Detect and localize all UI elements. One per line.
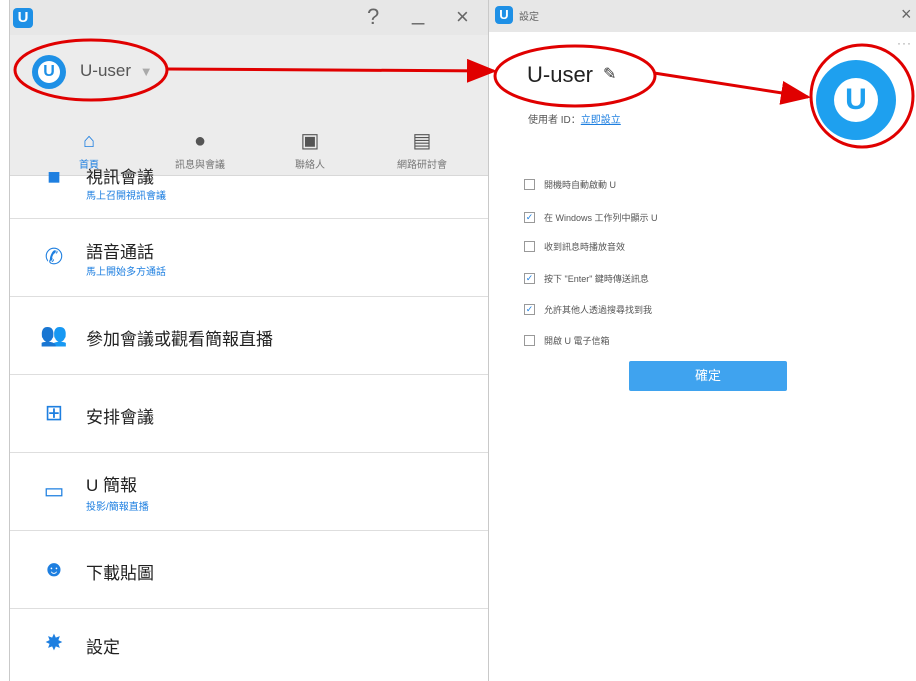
help-button[interactable]: ?	[367, 4, 379, 30]
menu-item-title: 視訊會議	[86, 168, 154, 187]
main-window: U ? _ × U U-user ▼ ⌂ 首頁 ● 訊息與會議 ▣ 聯絡人 ▤ …	[9, 0, 489, 681]
menu-item-title: 語音通話	[86, 243, 154, 262]
menu-item-subtitle: 馬上開始多方通話	[86, 267, 166, 278]
menu-item-video-meeting[interactable]: ■ 視訊會議 馬上召開視訊會議	[10, 141, 489, 219]
option-label: 開啟 U 電子信箱	[544, 336, 610, 346]
user-id-row: 使用者 ID：立即設立	[528, 111, 621, 126]
checkbox-unchecked[interactable]	[524, 335, 535, 346]
user-name: U-user	[80, 61, 132, 80]
smiley-icon: ☻	[42, 556, 66, 581]
more-options-icon[interactable]: ···	[897, 36, 912, 50]
menu-item-title: U 簡報	[86, 476, 137, 495]
app-logo: U	[13, 8, 33, 28]
menu-item-voice-call[interactable]: ✆ 語音通話 馬上開始多方通話	[10, 219, 489, 297]
minimize-button[interactable]: _	[412, 0, 424, 26]
option-label: 按下 "Enter" 鍵時傳送訊息	[544, 274, 649, 284]
settings-title: 設定	[519, 12, 539, 23]
settings-avatar[interactable]: U	[816, 60, 896, 140]
edit-pencil-icon[interactable]: ✎	[603, 64, 616, 84]
join-people-icon: 👥	[40, 322, 68, 347]
close-button[interactable]: ×	[456, 4, 469, 30]
user-name-dropdown[interactable]: U-user ▼	[80, 61, 153, 81]
option-label: 在 Windows 工作列中顯示 U	[544, 213, 658, 223]
checkbox-checked[interactable]: ✓	[524, 304, 535, 315]
menu-item-join-meeting[interactable]: 👥 參加會議或觀看簡報直播	[10, 297, 489, 375]
phone-icon: ✆	[44, 244, 64, 269]
option-label: 收到訊息時播放音效	[544, 242, 626, 252]
menu-item-download-stickers[interactable]: ☻ 下載貼圖	[10, 531, 489, 609]
settings-user-name: U-user	[527, 62, 594, 87]
caret-down-icon: ▼	[139, 64, 153, 79]
avatar-letter: U	[38, 61, 60, 83]
option-label: 開機時自動啟動 U	[544, 180, 617, 190]
settings-window: U 設定 × ··· U-user ✎ 使用者 ID：立即設立 U 開機時自動啟…	[488, 0, 916, 681]
gear-icon: ✸	[44, 630, 64, 655]
avatar-letter: U	[834, 78, 878, 122]
menu-item-title: 安排會議	[86, 408, 154, 427]
user-avatar[interactable]: U	[32, 55, 66, 89]
menu-item-schedule-meeting[interactable]: ⊞ 安排會議	[10, 375, 489, 453]
checkbox-checked[interactable]: ✓	[524, 273, 535, 284]
settings-titlebar: U 設定 ×	[489, 0, 916, 32]
option-label: 允許其他人透過搜尋找到我	[544, 305, 653, 315]
checkbox-unchecked[interactable]	[524, 179, 535, 190]
main-titlebar: U ? _ ×	[10, 0, 489, 35]
set-id-link[interactable]: 立即設立	[581, 115, 621, 126]
checkbox-unchecked[interactable]	[524, 241, 535, 252]
menu-item-title: 下載貼圖	[86, 564, 154, 583]
menu-item-settings[interactable]: ✸ 設定	[10, 609, 489, 681]
menu-item-subtitle: 馬上召開視訊會議	[86, 191, 166, 202]
calendar-add-icon: ⊞	[44, 400, 64, 425]
video-camera-icon: ■	[47, 164, 61, 189]
settings-close-button[interactable]: ×	[901, 4, 912, 25]
menu-item-title: 參加會議或觀看簡報直播	[86, 330, 273, 349]
menu-item-subtitle: 投影/簡報直播	[86, 502, 149, 513]
confirm-button[interactable]: 確定	[629, 361, 787, 391]
menu-item-title: 設定	[86, 638, 120, 657]
checkbox-checked[interactable]: ✓	[524, 212, 535, 223]
user-id-label: 使用者 ID：	[528, 115, 581, 126]
menu-item-u-presentation[interactable]: ▭ U 簡報 投影/簡報直播	[10, 453, 489, 531]
app-logo: U	[495, 6, 513, 24]
presentation-icon: ▭	[43, 478, 65, 503]
